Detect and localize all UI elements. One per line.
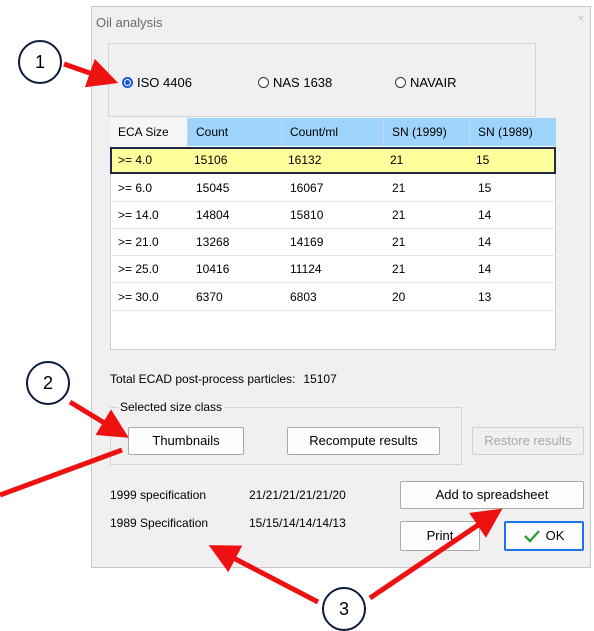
callout-badge-1: 1: [18, 40, 62, 84]
arrow-2: [68, 399, 129, 438]
arrow-3b: [368, 508, 503, 601]
callout-badge-3: 3: [322, 587, 366, 631]
arrow-3a: [208, 545, 320, 605]
arrow-4: [0, 447, 123, 498]
annotation-arrows: [0, 58, 503, 605]
arrow-1: [63, 58, 119, 88]
callout-badge-2: 2: [26, 361, 70, 405]
